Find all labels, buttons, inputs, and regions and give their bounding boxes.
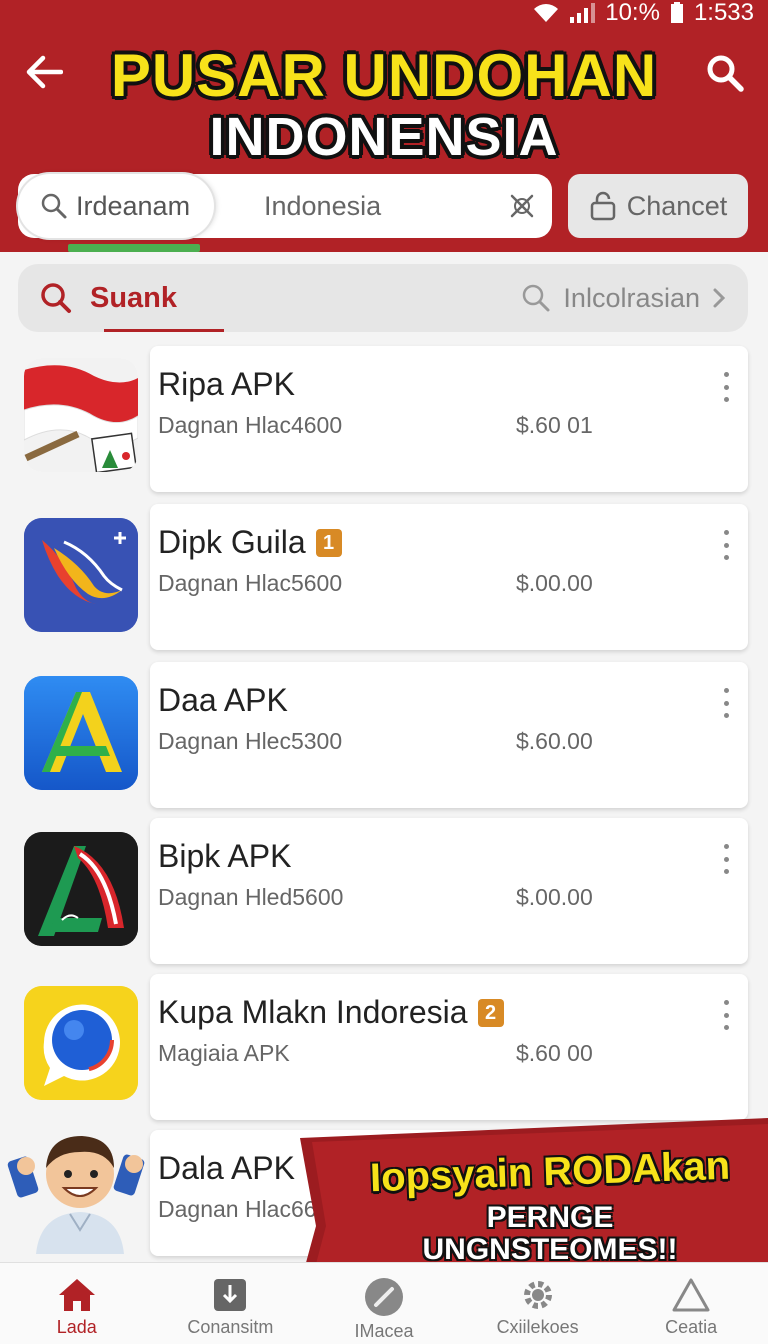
app-price: $.00.00	[516, 570, 593, 596]
triangle-icon	[672, 1278, 710, 1312]
clear-search-button[interactable]	[492, 191, 552, 221]
nav-label: IMacea	[354, 1321, 414, 1341]
search-icon	[41, 283, 71, 313]
promo-text: Iopsyain RODAkan PERNGE UNGNSTEOMES!!	[340, 1144, 760, 1266]
signal-icon	[570, 3, 596, 23]
nav-label: Lada	[56, 1317, 97, 1337]
mascot-icon	[6, 1118, 154, 1254]
header-search-button[interactable]	[702, 50, 748, 96]
search-icon	[707, 55, 744, 92]
search-input[interactable]: Indonesia	[214, 191, 492, 222]
title-line-1: PUSAR UNDOHAN	[110, 42, 658, 109]
chat-bubble-icon[interactable]	[24, 986, 138, 1100]
pencil-icon	[364, 1278, 403, 1316]
list-item[interactable]: Kupa Mlakn Indoresia 2 Magiaia APK $.60 …	[150, 974, 748, 1120]
bird-icon[interactable]	[24, 518, 138, 632]
tab-inlcolrasian[interactable]: Inlcolrasian	[521, 283, 726, 314]
search-scope-label: Irdeanam	[76, 190, 191, 221]
nav-item-lada[interactable]: Lada	[2, 1263, 152, 1344]
nav-label: Cxiilekoes	[496, 1317, 579, 1337]
nav-label: Conansitm	[187, 1317, 274, 1337]
list-item[interactable]: Ripa APK Dagnan Hlac4600 $.60 01	[150, 346, 748, 492]
more-options-icon[interactable]	[718, 530, 734, 560]
nav-label: Ceatia	[665, 1317, 718, 1337]
app-subtitle: Dagnan Hlac4600	[158, 412, 343, 438]
list-item[interactable]: Daa APK Dagnan Hlec5300 $.60.00	[150, 662, 748, 808]
app-price: $.00.00	[516, 884, 593, 910]
letter-a-icon[interactable]	[24, 676, 138, 790]
app-price: $.60 00	[516, 1040, 593, 1066]
download-icon	[214, 1279, 247, 1311]
app-name: Ripa APK	[158, 366, 295, 402]
status-bar: 10:% 1:533	[533, 0, 754, 26]
wifi-icon	[534, 4, 559, 22]
more-options-icon[interactable]	[718, 688, 734, 718]
indonesia-flag-icon[interactable]	[24, 358, 138, 472]
app-price: $.60 01	[516, 412, 593, 438]
nav-item-ceatia[interactable]: Ceatia	[616, 1263, 766, 1344]
app-name: Dala APK	[158, 1150, 295, 1186]
search-scope-chip[interactable]: Irdeanam	[18, 174, 214, 238]
page-title: PUSAR UNDOHAN INDONENSIA	[90, 42, 678, 167]
search-icon	[523, 284, 550, 312]
bottom-nav: Lada Conansitm IMacea Cxiilekoes Ceatia	[0, 1262, 768, 1344]
filter-bar: Suank Inlcolrasian	[18, 264, 748, 332]
nav-item-cxiilekoes[interactable]: Cxiilekoes	[463, 1263, 613, 1344]
more-options-icon[interactable]	[718, 1000, 734, 1030]
list-item[interactable]: Dipk Guila 1 Dagnan Hlac5600 $.00.00	[150, 504, 748, 650]
search-bar[interactable]: Irdeanam Indonesia	[18, 174, 552, 238]
app-price: $.60.00	[516, 728, 593, 754]
app-subtitle: Dagnan Hled5600	[158, 884, 344, 910]
app-name: Dipk Guila 1	[158, 524, 342, 561]
promo-subline-1: PERNGE	[486, 1201, 614, 1234]
red-a-icon[interactable]	[24, 832, 138, 946]
arrow-left-icon	[26, 55, 63, 89]
promo-headline: Iopsyain RODAkan	[369, 1143, 731, 1201]
clear-icon	[510, 194, 534, 218]
active-indicator	[68, 244, 200, 252]
title-line-2: INDONENSIA	[209, 107, 559, 167]
tab-suank-label: Suank	[90, 281, 178, 314]
app-name: Kupa Mlakn Indoresia 2	[158, 994, 504, 1031]
count-badge: 1	[315, 528, 342, 557]
back-button[interactable]	[22, 50, 66, 94]
app-subtitle: Dagnan Hlec5300	[158, 728, 343, 754]
app-subtitle: Magiaia APK	[158, 1040, 290, 1066]
app-subtitle: Dagnan Hlac5600	[158, 570, 343, 596]
list-item[interactable]: Bipk APK Dagnan Hled5600 $.00.00	[150, 818, 748, 964]
lock-icon	[590, 191, 615, 221]
tab-suank[interactable]: Suank	[40, 264, 225, 332]
channel-button[interactable]: Chancet	[568, 174, 748, 238]
home-icon	[58, 1279, 95, 1311]
clock: 1:533	[693, 0, 754, 26]
app-header: 10:% 1:533 PUSAR UNDOHAN INDONENSIA Irde…	[0, 0, 768, 252]
chevron-right-icon	[713, 288, 726, 308]
channel-button-label: Chancet	[626, 190, 728, 221]
tab-inlcolrasian-label: Inlcolrasian	[563, 282, 700, 313]
nav-item-conansitm[interactable]: Conansitm	[155, 1263, 305, 1344]
gear-icon	[523, 1281, 552, 1309]
app-name: Bipk APK	[158, 838, 292, 874]
battery-text: 10:%	[605, 0, 660, 26]
count-badge: 2	[477, 998, 504, 1027]
search-icon	[41, 193, 67, 219]
nav-item-imacea[interactable]: IMacea	[309, 1263, 459, 1344]
more-options-icon[interactable]	[718, 844, 734, 874]
app-name: Daa APK	[158, 682, 288, 718]
battery-icon	[670, 2, 683, 23]
more-options-icon[interactable]	[718, 372, 734, 402]
